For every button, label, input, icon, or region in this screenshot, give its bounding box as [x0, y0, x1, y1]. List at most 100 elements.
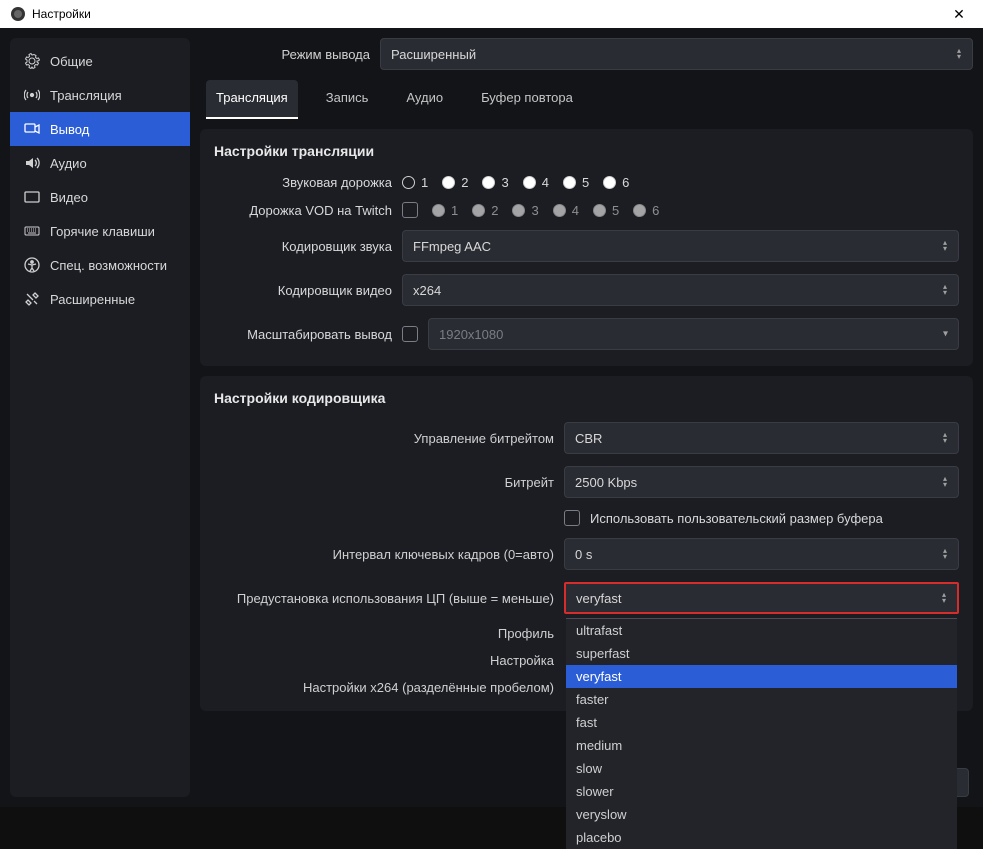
app-icon [10, 6, 26, 22]
sidebar-item-label: Вывод [50, 122, 89, 137]
audio-track-2[interactable]: 2 [442, 175, 468, 190]
cpu-preset-option[interactable]: slower [566, 780, 957, 803]
tools-icon [24, 291, 40, 307]
radio-icon [442, 176, 455, 189]
cpu-preset-dropdown: ultrafast superfast veryfast faster fast… [566, 618, 957, 849]
tab-streaming[interactable]: Трансляция [206, 80, 298, 119]
cpu-preset-option[interactable]: medium [566, 734, 957, 757]
vod-track-radios: 1 2 3 4 5 6 [432, 203, 659, 218]
keyframe-interval-label: Интервал ключевых кадров (0=авто) [214, 547, 554, 562]
keyboard-icon [24, 223, 40, 239]
rescale-output-label: Масштабировать вывод [214, 327, 392, 342]
sidebar-item-advanced[interactable]: Расширенные [10, 282, 190, 316]
rescale-output-value: 1920x1080 [439, 327, 503, 342]
tab-replay-buffer[interactable]: Буфер повтора [471, 80, 583, 119]
radio-icon [553, 204, 566, 217]
tab-recording[interactable]: Запись [316, 80, 379, 119]
sidebar-item-label: Общие [50, 54, 93, 69]
sidebar-item-audio[interactable]: Аудио [10, 146, 190, 180]
bitrate-value: 2500 Kbps [575, 475, 637, 490]
radio-icon [563, 176, 576, 189]
output-mode-value: Расширенный [391, 47, 476, 62]
chevron-updown-icon: ▴▾ [952, 39, 966, 69]
sidebar-item-video[interactable]: Видео [10, 180, 190, 214]
sidebar-item-stream[interactable]: Трансляция [10, 78, 190, 112]
tab-audio[interactable]: Аудио [396, 80, 453, 119]
sidebar: Общие Трансляция Вывод Аудио Видео Горяч… [10, 38, 190, 797]
rescale-output-checkbox[interactable] [402, 326, 418, 342]
radio-icon [402, 176, 415, 189]
sidebar-item-label: Аудио [50, 156, 87, 171]
vod-track-2: 2 [472, 203, 498, 218]
streaming-settings-panel: Настройки трансляции Звуковая дорожка 1 … [200, 129, 973, 366]
custom-buffer-label: Использовать пользовательский размер буф… [590, 511, 883, 526]
sidebar-item-output[interactable]: Вывод [10, 112, 190, 146]
cpu-preset-option[interactable]: veryslow [566, 803, 957, 826]
sidebar-item-hotkeys[interactable]: Горячие клавиши [10, 214, 190, 248]
radio-icon [432, 204, 445, 217]
stepper-icon[interactable]: ▴▾ [938, 539, 952, 569]
audio-track-6[interactable]: 6 [603, 175, 629, 190]
cpu-preset-option[interactable]: ultrafast [566, 619, 957, 642]
cpu-preset-option[interactable]: placebo [566, 826, 957, 849]
x264-options-label: Настройки x264 (разделённые пробелом) [214, 680, 554, 695]
keyframe-interval-input[interactable]: 0 s ▴▾ [564, 538, 959, 570]
radio-icon [472, 204, 485, 217]
keyframe-interval-value: 0 s [575, 547, 592, 562]
bitrate-label: Битрейт [214, 475, 554, 490]
audio-track-5[interactable]: 5 [563, 175, 589, 190]
radio-icon [512, 204, 525, 217]
cpu-preset-option[interactable]: superfast [566, 642, 957, 665]
audio-icon [24, 155, 40, 171]
cpu-preset-select[interactable]: veryfast ▴▾ ultrafast superfast veryfast… [564, 582, 959, 614]
rate-control-label: Управление битрейтом [214, 431, 554, 446]
audio-track-3[interactable]: 3 [482, 175, 508, 190]
accessibility-icon [24, 257, 40, 273]
sidebar-item-label: Расширенные [50, 292, 135, 307]
rate-control-value: CBR [575, 431, 602, 446]
cpu-preset-option[interactable]: veryfast [566, 665, 957, 688]
output-mode-select[interactable]: Расширенный ▴▾ [380, 38, 973, 70]
sidebar-item-general[interactable]: Общие [10, 44, 190, 78]
video-encoder-select[interactable]: x264 ▴▾ [402, 274, 959, 306]
video-encoder-value: x264 [413, 283, 441, 298]
streaming-settings-title: Настройки трансляции [214, 143, 959, 159]
stepper-icon[interactable]: ▴▾ [938, 467, 952, 497]
video-encoder-label: Кодировщик видео [214, 283, 392, 298]
rate-control-select[interactable]: CBR ▴▾ [564, 422, 959, 454]
radio-icon [593, 204, 606, 217]
audio-encoder-value: FFmpeg AAC [413, 239, 491, 254]
output-mode-label: Режим вывода [200, 47, 370, 62]
encoder-settings-title: Настройки кодировщика [214, 390, 959, 406]
chevron-down-icon: ▾ [943, 329, 948, 340]
main-content: Режим вывода Расширенный ▴▾ Трансляция З… [200, 38, 973, 797]
vod-track-1: 1 [432, 203, 458, 218]
window-title: Настройки [32, 7, 91, 21]
custom-buffer-checkbox[interactable] [564, 510, 580, 526]
close-button[interactable]: ✕ [939, 6, 979, 23]
cpu-preset-option[interactable]: faster [566, 688, 957, 711]
cpu-preset-option[interactable]: slow [566, 757, 957, 780]
sidebar-item-label: Горячие клавиши [50, 224, 155, 239]
chevron-updown-icon: ▴▾ [938, 231, 952, 261]
rescale-output-select: 1920x1080 ▾ [428, 318, 959, 350]
cpu-preset-option[interactable]: fast [566, 711, 957, 734]
vod-track-checkbox[interactable] [402, 202, 418, 218]
broadcast-icon [24, 87, 40, 103]
audio-encoder-select[interactable]: FFmpeg AAC ▴▾ [402, 230, 959, 262]
sidebar-item-accessibility[interactable]: Спец. возможности [10, 248, 190, 282]
sidebar-item-label: Видео [50, 190, 88, 205]
audio-track-1[interactable]: 1 [402, 175, 428, 190]
sidebar-item-label: Трансляция [50, 88, 122, 103]
bitrate-input[interactable]: 2500 Kbps ▴▾ [564, 466, 959, 498]
radio-icon [603, 176, 616, 189]
sidebar-item-label: Спец. возможности [50, 258, 167, 273]
cpu-preset-value: veryfast [576, 591, 622, 606]
radio-icon [482, 176, 495, 189]
audio-track-4[interactable]: 4 [523, 175, 549, 190]
audio-encoder-label: Кодировщик звука [214, 239, 392, 254]
titlebar: Настройки ✕ [0, 0, 983, 28]
chevron-updown-icon: ▴▾ [937, 584, 951, 612]
vod-track-label: Дорожка VOD на Twitch [214, 203, 392, 218]
vod-track-5: 5 [593, 203, 619, 218]
